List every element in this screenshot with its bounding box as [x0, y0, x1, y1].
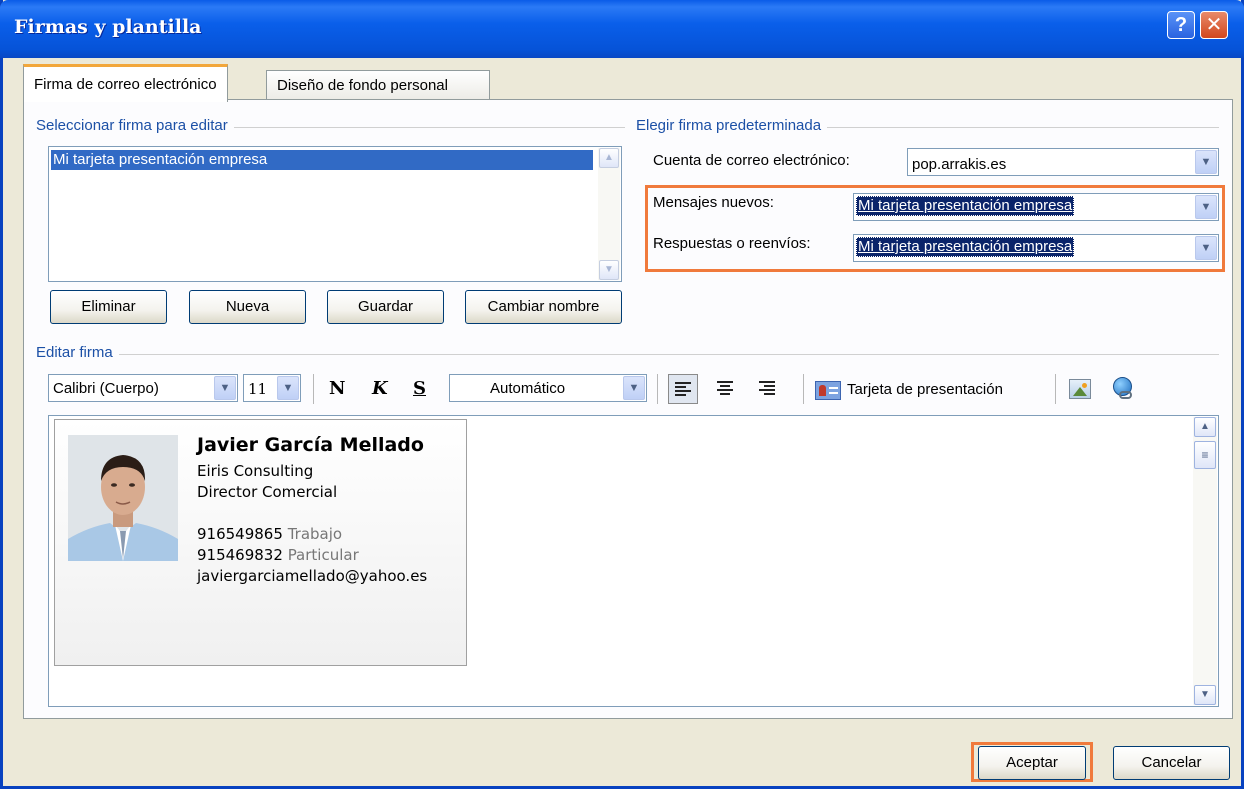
- help-button[interactable]: ?: [1167, 11, 1195, 39]
- font-color-value: Automático: [490, 380, 566, 397]
- new-button[interactable]: Nueva: [189, 290, 306, 324]
- chevron-down-icon[interactable]: ▼: [277, 376, 299, 400]
- toolbar-separator: [313, 374, 314, 404]
- align-left-icon[interactable]: [668, 374, 698, 404]
- card-phone-home-number: 915469832: [197, 546, 283, 564]
- title-bar: Firmas y plantilla ? ✕: [0, 0, 1244, 58]
- card-phone-work-label: Trabajo: [287, 525, 343, 543]
- font-size-value: 11: [248, 380, 268, 398]
- tab-personal-stationery[interactable]: Diseño de fondo personal: [266, 70, 490, 100]
- account-value: pop.arrakis.es: [912, 156, 1007, 173]
- editor-scrollbar[interactable]: ▲ ≡ ▼: [1193, 417, 1217, 705]
- hyperlink-icon[interactable]: [1110, 377, 1136, 403]
- font-family-value: Calibri (Cuerpo): [53, 380, 159, 397]
- select-signature-group-title: Seleccionar firma para editar: [36, 117, 234, 134]
- list-item[interactable]: Mi tarjeta presentación empresa: [51, 150, 593, 170]
- contact-photo: [68, 435, 178, 561]
- card-position: Director Comercial: [197, 483, 338, 501]
- card-email: javiergarciamellado@yahoo.es: [197, 567, 428, 585]
- business-card-button[interactable]: Tarjeta de presentación: [815, 379, 1055, 405]
- account-dropdown[interactable]: pop.arrakis.es ▼: [907, 148, 1219, 176]
- font-size-dropdown[interactable]: 11 ▼: [243, 374, 301, 402]
- align-right-icon[interactable]: [752, 374, 782, 404]
- toolbar-separator: [803, 374, 804, 404]
- scroll-down-icon[interactable]: ▼: [599, 260, 619, 280]
- delete-button[interactable]: Eliminar: [50, 290, 167, 324]
- chevron-down-icon[interactable]: ▼: [623, 376, 645, 400]
- new-messages-dropdown[interactable]: Mi tarjeta presentación empresa ▼: [853, 193, 1219, 221]
- underline-button[interactable]: S: [413, 378, 426, 399]
- chevron-down-icon[interactable]: ▼: [214, 376, 236, 400]
- scroll-thumb[interactable]: ≡: [1194, 441, 1216, 469]
- chevron-down-icon[interactable]: ▼: [1195, 195, 1217, 219]
- cancel-button[interactable]: Cancelar: [1113, 746, 1230, 780]
- edit-signature-group-title: Editar firma: [36, 344, 119, 361]
- group-divider: [43, 354, 1219, 355]
- ok-button[interactable]: Aceptar: [978, 746, 1086, 780]
- new-messages-label: Mensajes nuevos:: [653, 194, 774, 211]
- align-center-icon[interactable]: [710, 374, 740, 404]
- chevron-down-icon[interactable]: ▼: [1195, 236, 1217, 260]
- save-button[interactable]: Guardar: [327, 290, 444, 324]
- card-name: Javier García Mellado: [197, 434, 424, 456]
- italic-button[interactable]: K: [372, 378, 388, 399]
- window-title: Firmas y plantilla: [14, 16, 202, 38]
- scroll-down-icon[interactable]: ▼: [1194, 685, 1216, 705]
- toolbar-separator: [1055, 374, 1056, 404]
- card-phone-work-number: 916549865: [197, 525, 283, 543]
- signatures-dialog: Firmas y plantilla ? ✕ Firma de correo e…: [0, 0, 1244, 789]
- business-card: Javier García Mellado Eiris Consulting D…: [54, 419, 467, 666]
- font-color-dropdown[interactable]: Automático ▼: [449, 374, 647, 402]
- insert-picture-icon[interactable]: [1069, 379, 1091, 399]
- card-phone-work: 916549865 Trabajo: [197, 525, 342, 543]
- scroll-up-icon[interactable]: ▲: [1194, 417, 1216, 437]
- tab-email-signature[interactable]: Firma de correo electrónico: [23, 64, 228, 102]
- card-phone-home: 915469832 Particular: [197, 546, 359, 564]
- signature-list[interactable]: Mi tarjeta presentación empresa ▲ ▼: [48, 146, 622, 282]
- rename-button[interactable]: Cambiar nombre: [465, 290, 622, 324]
- new-messages-value: Mi tarjeta presentación empresa: [856, 196, 1075, 216]
- card-company: Eiris Consulting: [197, 462, 314, 480]
- chevron-down-icon[interactable]: ▼: [1195, 150, 1217, 174]
- list-scrollbar[interactable]: ▲ ▼: [598, 148, 620, 280]
- replies-label: Respuestas o reenvíos:: [653, 235, 811, 252]
- replies-value: Mi tarjeta presentación empresa: [856, 237, 1075, 257]
- bold-button[interactable]: N: [329, 378, 345, 399]
- signature-editor[interactable]: Javier García Mellado Eiris Consulting D…: [48, 415, 1219, 707]
- close-button[interactable]: ✕: [1200, 11, 1228, 39]
- toolbar-separator: [657, 374, 658, 404]
- scroll-up-icon[interactable]: ▲: [599, 148, 619, 168]
- business-card-label: Tarjeta de presentación: [847, 381, 1003, 398]
- account-label: Cuenta de correo electrónico:: [653, 152, 850, 169]
- business-card-icon: [815, 381, 841, 400]
- card-phone-home-label: Particular: [287, 546, 359, 564]
- font-family-dropdown[interactable]: Calibri (Cuerpo) ▼: [48, 374, 238, 402]
- default-signature-group-title: Elegir firma predeterminada: [636, 117, 828, 134]
- replies-dropdown[interactable]: Mi tarjeta presentación empresa ▼: [853, 234, 1219, 262]
